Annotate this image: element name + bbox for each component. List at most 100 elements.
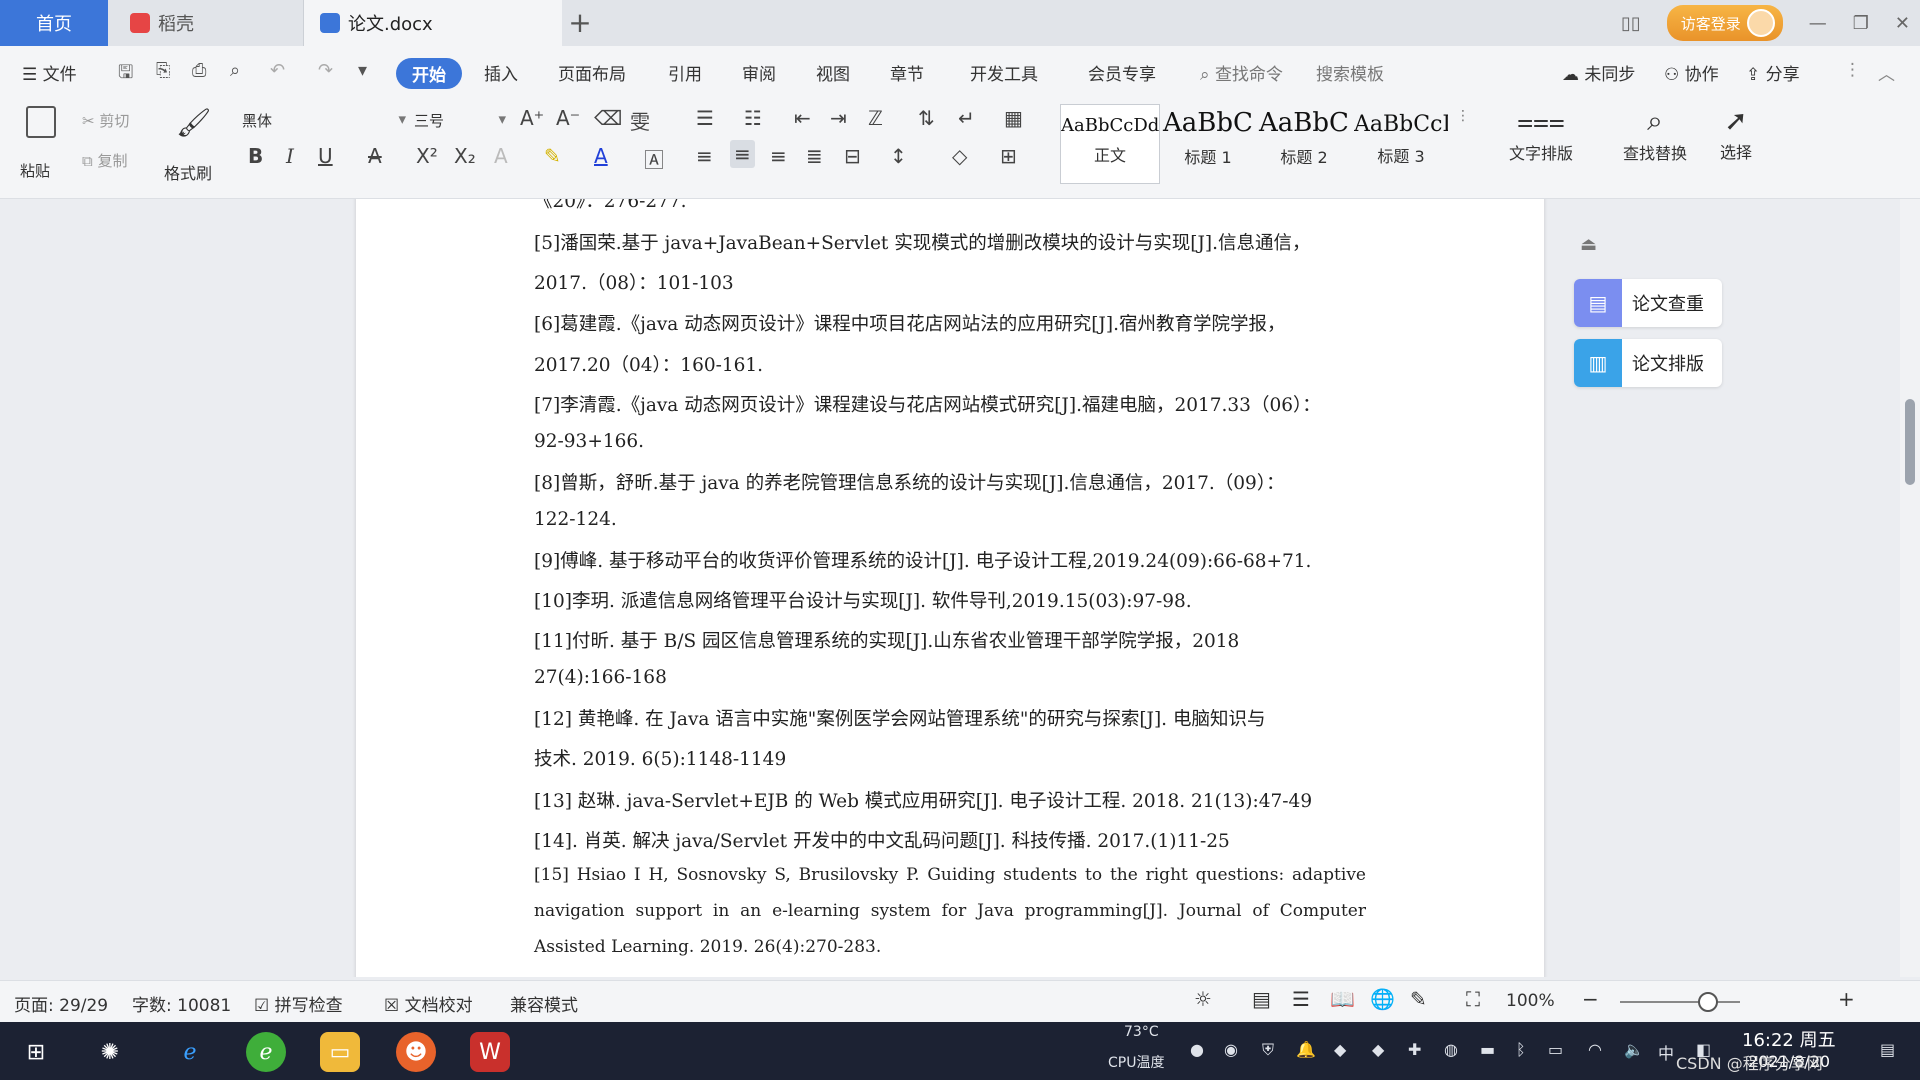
side-panel-collapse-icon[interactable]: ⏏ — [1580, 234, 1597, 255]
undo-icon[interactable]: ↶ — [270, 60, 285, 81]
font-name-select[interactable]: 黑体 ▾ — [242, 110, 406, 131]
ime-indicator[interactable]: 中 — [1658, 1040, 1674, 1064]
subscript-icon[interactable]: X₂ — [454, 144, 476, 168]
tab-daoke[interactable]: 稻壳 — [108, 0, 304, 46]
print-preview-icon[interactable]: ⌕ — [230, 60, 240, 81]
file-explorer-icon[interactable]: ▭ — [320, 1032, 360, 1072]
start-menu-icon[interactable]: ⊞ — [16, 1032, 56, 1072]
zoom-slider[interactable] — [1620, 1001, 1740, 1003]
justify-icon[interactable]: ≣ — [806, 144, 823, 168]
fit-page-icon[interactable]: ⛶ — [1466, 987, 1480, 1011]
style-heading-1[interactable]: AaBbC 标题 1 — [1162, 104, 1254, 182]
spell-check-button[interactable]: ☑ 拼写检查 — [254, 991, 343, 1016]
volume-icon[interactable]: 🔈 — [1624, 1040, 1644, 1059]
menu-chapter[interactable]: 章节 — [890, 60, 924, 85]
bold-icon[interactable]: B — [248, 144, 263, 168]
sort-icon[interactable]: ⇅ — [918, 106, 935, 130]
style-normal[interactable]: AaBbCcDd 正文 — [1060, 104, 1160, 184]
zoom-slider-handle[interactable] — [1697, 992, 1718, 1012]
tray-app-icon[interactable]: ▬ — [1480, 1040, 1495, 1059]
collab-button[interactable]: ⚇ 协作 — [1664, 60, 1719, 85]
print-icon[interactable]: ⎙ — [192, 60, 206, 81]
font-color-icon[interactable]: A — [594, 144, 608, 168]
bluetooth-icon[interactable]: ᛒ — [1516, 1040, 1526, 1059]
italic-icon[interactable]: I — [286, 144, 294, 168]
underline-icon[interactable]: U — [318, 144, 333, 168]
wifi-icon[interactable]: ◠ — [1588, 1040, 1602, 1059]
tray-app-icon[interactable]: ● — [1190, 1040, 1204, 1059]
tray-app-icon[interactable]: ◉ — [1224, 1040, 1238, 1059]
zoom-out-icon[interactable]: − — [1582, 987, 1599, 1011]
file-menu[interactable]: ☰ 文件 — [22, 60, 77, 85]
grow-font-icon[interactable]: A⁺ — [520, 106, 544, 130]
zoom-in-icon[interactable]: + — [1838, 987, 1855, 1011]
copy-button[interactable]: ⧉ 复制 — [82, 150, 128, 171]
tray-app-icon[interactable]: ◆ — [1334, 1040, 1346, 1059]
table-icon[interactable]: ▦ — [1004, 106, 1023, 130]
search-template[interactable]: 搜索模板 — [1316, 60, 1384, 85]
shading-icon[interactable]: ◇ — [952, 144, 967, 168]
increase-indent-icon[interactable]: ⇥ — [830, 106, 847, 130]
battery-icon[interactable]: ▭ — [1548, 1040, 1563, 1059]
clear-format-icon[interactable]: ⌫ — [594, 106, 622, 130]
menu-review[interactable]: 审阅 — [742, 60, 776, 85]
align-right-icon[interactable]: ≡ — [770, 144, 787, 168]
reading-view-icon[interactable]: 📖 — [1330, 987, 1355, 1011]
paper-check-button[interactable]: ▤ 论文查重 — [1574, 279, 1722, 327]
restore-icon[interactable]: ❐ — [1853, 13, 1869, 34]
highlight-icon[interactable]: ✎ — [544, 144, 561, 168]
menu-references[interactable]: 引用 — [668, 60, 702, 85]
export-icon[interactable]: ⎘ — [156, 60, 170, 81]
format-painter-button[interactable]: 🖌 格式刷 — [162, 106, 222, 186]
outline-view-icon[interactable]: ☰ — [1292, 987, 1310, 1011]
menu-start[interactable]: 开始 — [396, 58, 462, 89]
char-border-icon[interactable]: 🄰 — [644, 144, 664, 173]
select-button[interactable]: ➚ 选择 — [1706, 104, 1766, 163]
word-count[interactable]: 字数: 10081 — [132, 991, 231, 1016]
wps-writer-icon[interactable]: W — [470, 1032, 510, 1072]
align-left-icon[interactable]: ≡ — [696, 144, 713, 168]
decrease-indent-icon[interactable]: ⇤ — [794, 106, 811, 130]
quick-access-dropdown-icon[interactable]: ▾ — [358, 60, 367, 81]
notification-icon[interactable]: ▤ — [1880, 1040, 1895, 1059]
scrollbar-thumb[interactable] — [1905, 399, 1915, 485]
paper-layout-button[interactable]: ▥ 论文排版 — [1574, 339, 1722, 387]
new-tab-button[interactable]: + — [560, 6, 600, 39]
font-size-select[interactable]: 三号 ▾ — [414, 110, 506, 131]
borders-icon[interactable]: ⊞ — [1000, 144, 1017, 168]
bell-icon[interactable]: 🔔 — [1296, 1040, 1316, 1059]
numbered-list-icon[interactable]: ☷ — [744, 106, 762, 130]
shield-icon[interactable]: ⛨ — [1262, 1040, 1274, 1060]
browser-icon[interactable]: ℯ — [246, 1032, 286, 1072]
align-center-icon[interactable]: ≡ — [730, 140, 755, 168]
guest-login-button[interactable]: 访客登录 — [1666, 5, 1783, 41]
tray-app-icon[interactable]: ◍ — [1444, 1040, 1458, 1059]
style-heading-3[interactable]: AaBbCcI 标题 3 — [1354, 104, 1448, 182]
share-button[interactable]: ⇪ 分享 — [1746, 60, 1800, 85]
write-view-icon[interactable]: ✎ — [1410, 987, 1427, 1011]
save-icon[interactable]: 🖫 — [118, 60, 133, 90]
tab-document[interactable]: 论文.docx — [304, 0, 562, 46]
tray-app-icon[interactable]: ✚ — [1408, 1040, 1421, 1059]
line-spacing-icon[interactable]: ↕ — [890, 144, 907, 168]
show-marks-icon[interactable]: ↵ — [958, 106, 975, 130]
cut-button[interactable]: ✂ 剪切 — [82, 110, 129, 131]
superscript-icon[interactable]: X² — [416, 144, 438, 168]
menu-page-layout[interactable]: 页面布局 — [558, 60, 626, 85]
page-indicator[interactable]: 页面: 29/29 — [14, 991, 108, 1016]
menu-view[interactable]: 视图 — [816, 60, 850, 85]
eye-protection-icon[interactable]: ☼ — [1194, 987, 1212, 1011]
search-command[interactable]: ⌕ 查找命令 — [1200, 60, 1283, 85]
menu-dev-tools[interactable]: 开发工具 — [970, 60, 1038, 85]
doc-proof-button[interactable]: ☒ 文档校对 — [384, 991, 473, 1016]
close-icon[interactable]: ✕ — [1895, 13, 1910, 34]
redo-icon[interactable]: ↷ — [318, 60, 333, 81]
layout-toggle-icon[interactable]: ▯▯ — [1621, 13, 1641, 34]
sync-status[interactable]: ☁ 未同步 — [1562, 60, 1635, 85]
page-view-icon[interactable]: ▤ — [1252, 987, 1271, 1011]
text-effect-icon[interactable]: A — [494, 144, 508, 168]
distributed-icon[interactable]: ⊟ — [844, 144, 861, 168]
menu-member[interactable]: 会员专享 — [1088, 60, 1156, 85]
phonetic-guide-icon[interactable]: 雯 — [630, 106, 650, 135]
more-icon[interactable]: ⋮ — [1844, 60, 1861, 80]
